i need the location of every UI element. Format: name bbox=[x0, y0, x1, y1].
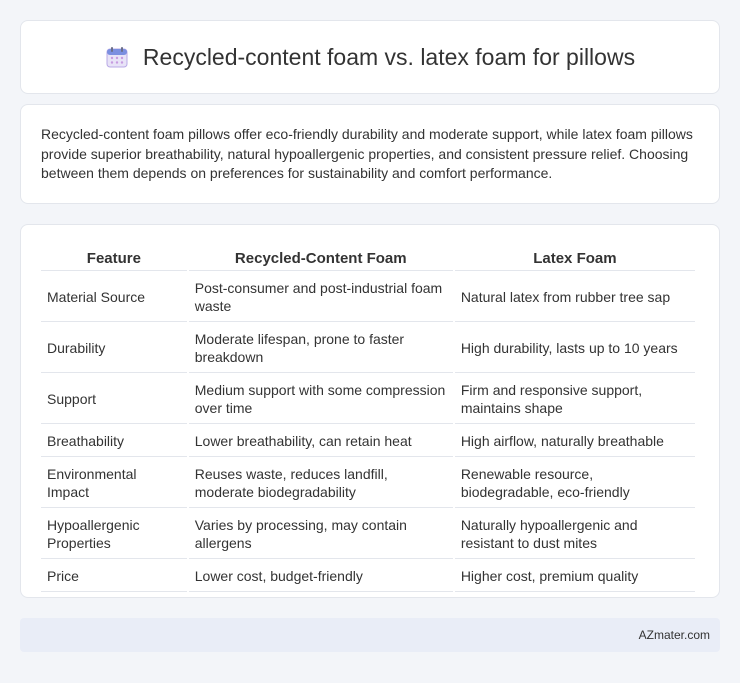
page-title: Recycled-content foam vs. latex foam for… bbox=[142, 43, 636, 70]
title-card: Recycled-content foam vs. latex foam for… bbox=[20, 20, 720, 94]
cell-feature: Hypoallergenic Properties bbox=[41, 510, 187, 559]
cell-feature: Breathability bbox=[41, 426, 187, 457]
cell-recycled: Medium support with some compression ove… bbox=[188, 375, 453, 424]
header-recycled-foam: Recycled-Content Foam bbox=[188, 247, 453, 271]
cell-feature: Environmental Impact bbox=[41, 459, 187, 508]
calendar-icon bbox=[105, 45, 129, 69]
table-header-row: Feature Recycled-Content Foam Latex Foam bbox=[41, 247, 695, 271]
cell-feature: Material Source bbox=[41, 273, 187, 322]
cell-recycled: Lower breathability, can retain heat bbox=[188, 426, 453, 457]
cell-recycled: Lower cost, budget-friendly bbox=[188, 561, 453, 592]
summary-text: Recycled-content foam pillows offer eco-… bbox=[41, 126, 693, 181]
header-feature: Feature bbox=[41, 247, 187, 271]
cell-recycled: Moderate lifespan, prone to faster break… bbox=[188, 324, 453, 373]
cell-recycled: Post-consumer and post-industrial foam w… bbox=[188, 273, 453, 322]
footer-brand[interactable]: AZmater.com bbox=[639, 628, 710, 642]
cell-feature: Durability bbox=[41, 324, 187, 373]
cell-latex: Higher cost, premium quality bbox=[454, 561, 695, 592]
cell-recycled: Varies by processing, may contain allerg… bbox=[188, 510, 453, 559]
cell-latex: Renewable resource, biodegradable, eco-f… bbox=[454, 459, 695, 508]
cell-latex: Firm and responsive support, maintains s… bbox=[454, 375, 695, 424]
cell-feature: Price bbox=[41, 561, 187, 592]
table-row: Environmental Impact Reuses waste, reduc… bbox=[41, 459, 695, 508]
comparison-table-card: Feature Recycled-Content Foam Latex Foam… bbox=[20, 224, 720, 598]
cell-latex: Natural latex from rubber tree sap bbox=[454, 273, 695, 322]
table-row: Material Source Post-consumer and post-i… bbox=[41, 273, 695, 322]
table-row: Breathability Lower breathability, can r… bbox=[41, 426, 695, 457]
table-row: Hypoallergenic Properties Varies by proc… bbox=[41, 510, 695, 559]
table-row: Support Medium support with some compres… bbox=[41, 375, 695, 424]
table-row: Price Lower cost, budget-friendly Higher… bbox=[41, 561, 695, 592]
cell-latex: High airflow, naturally breathable bbox=[454, 426, 695, 457]
table-row: Durability Moderate lifespan, prone to f… bbox=[41, 324, 695, 373]
summary-card: Recycled-content foam pillows offer eco-… bbox=[20, 104, 720, 204]
header-latex-foam: Latex Foam bbox=[454, 247, 695, 271]
footer: AZmater.com bbox=[20, 618, 720, 652]
cell-recycled: Reuses waste, reduces landfill, moderate… bbox=[188, 459, 453, 508]
cell-latex: High durability, lasts up to 10 years bbox=[454, 324, 695, 373]
cell-latex: Naturally hypoallergenic and resistant t… bbox=[454, 510, 695, 559]
cell-feature: Support bbox=[41, 375, 187, 424]
comparison-table: Feature Recycled-Content Foam Latex Foam… bbox=[39, 245, 697, 594]
